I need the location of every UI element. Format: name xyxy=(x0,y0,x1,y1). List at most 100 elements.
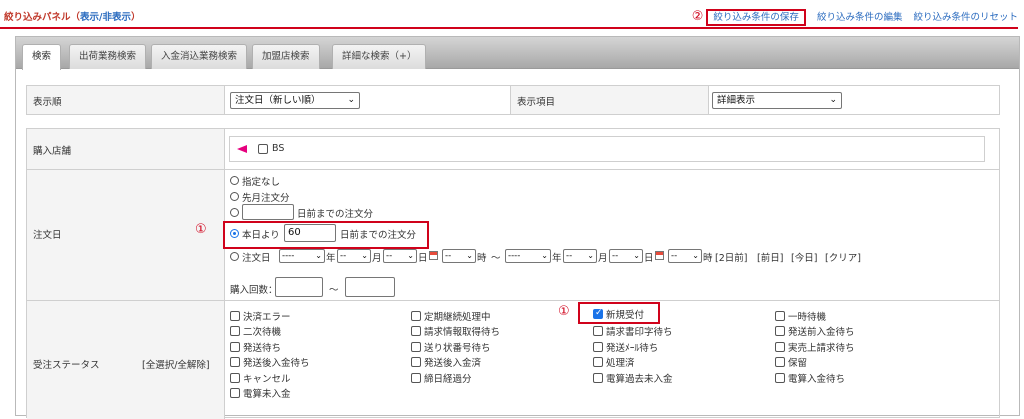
status-checkbox[interactable] xyxy=(775,357,785,367)
status-option-label: 締日経過分 xyxy=(424,374,472,385)
order-date-none-radio[interactable] xyxy=(230,176,239,185)
status-checkbox-new-order[interactable] xyxy=(593,308,603,319)
order-label: 表示順 xyxy=(33,97,62,108)
order-select[interactable]: 注文日（新しい順） ⌄ xyxy=(230,92,360,109)
panel-title: 絞り込みパネル（表示/非表示） xyxy=(4,9,141,23)
range-from-month-select[interactable]: -- ⌄ xyxy=(337,249,371,263)
edit-filter-link[interactable]: 絞り込み条件の編集 xyxy=(817,12,903,23)
order-select-value: 注文日（新しい順） xyxy=(235,95,321,106)
unit-hour: 時 xyxy=(703,253,713,264)
from-today-prefix: 本日より xyxy=(242,230,280,241)
items-select-value: 詳細表示 xyxy=(717,95,756,106)
select-value: -- xyxy=(671,251,678,261)
order-date-from-today-radio[interactable] xyxy=(230,229,239,238)
tab-advanced-search[interactable]: 詳細な検索（+） xyxy=(332,44,427,69)
status-option-label: 二次待機 xyxy=(243,327,282,338)
order-date-last-month-radio[interactable] xyxy=(230,192,239,201)
reset-filter-link[interactable]: 絞り込み条件のリセット xyxy=(913,12,1018,23)
status-checkbox[interactable] xyxy=(775,373,785,383)
tab-payment-search[interactable]: 入金消込業務検索 xyxy=(151,44,248,69)
status-checkbox[interactable] xyxy=(593,342,603,352)
status-option-label: 発送後入金済 xyxy=(424,358,482,369)
status-option-label: 決済エラー xyxy=(243,312,291,323)
chevron-down-icon: ⌄ xyxy=(466,251,473,260)
order-date-label: 注文日 xyxy=(33,230,62,241)
status-checkbox[interactable] xyxy=(593,373,603,383)
from-today-days-input[interactable]: 60 xyxy=(284,224,336,242)
status-checkbox[interactable] xyxy=(775,342,785,352)
status-checkbox[interactable] xyxy=(230,326,240,336)
shop-label: 購入店舗 xyxy=(33,146,72,157)
status-checkbox[interactable] xyxy=(775,311,785,321)
status-option-label: キャンセル xyxy=(243,374,291,385)
select-value: ---- xyxy=(282,251,295,261)
status-checkbox[interactable] xyxy=(411,311,421,321)
tab-member-store-search[interactable]: 加盟店検索 xyxy=(252,44,320,69)
status-option-label: 請求書印字待ち xyxy=(606,327,673,338)
range-from-hour-select[interactable]: -- ⌄ xyxy=(442,249,476,263)
purchase-count-max-input[interactable] xyxy=(345,277,395,297)
range-from-day-select[interactable]: -- ⌄ xyxy=(383,249,417,263)
panel-title-text: 絞り込みパネル（ xyxy=(4,12,81,23)
tab-shipping-search[interactable]: 出荷業務検索 xyxy=(69,44,147,69)
items-label: 表示項目 xyxy=(517,97,556,108)
tab-bar: 検索 出荷業務検索 入金消込業務検索 加盟店検索 詳細な検索（+） xyxy=(16,37,1019,70)
status-option-label: 定期継続処理中 xyxy=(424,312,491,323)
status-option-label: 新規受付 xyxy=(606,310,645,321)
shop-label-cell: 購入店舗 xyxy=(27,129,225,170)
order-date-days-before-radio[interactable] xyxy=(230,208,239,217)
range-to-year-select[interactable]: ---- ⌄ xyxy=(505,249,551,263)
select-value: -- xyxy=(386,251,393,261)
quick-prev-day-link[interactable]: [前日] xyxy=(757,250,783,264)
quick-clear-link[interactable]: [クリア] xyxy=(825,250,861,264)
status-checkbox[interactable] xyxy=(230,357,240,367)
tab-search[interactable]: 検索 xyxy=(22,44,62,70)
range-to-day-select[interactable]: -- ⌄ xyxy=(609,249,643,263)
status-checkbox[interactable] xyxy=(775,326,785,336)
status-option-label: 実売上請求待ち xyxy=(788,343,855,354)
days-before-input[interactable] xyxy=(242,204,294,220)
chevron-down-icon: ⌄ xyxy=(587,251,594,260)
chevron-down-icon: ⌄ xyxy=(361,251,368,260)
range-from-year-select[interactable]: ---- ⌄ xyxy=(279,249,325,263)
search-tab-panel: 検索 出荷業務検索 入金消込業務検索 加盟店検索 詳細な検索（+） 表示順 注文… xyxy=(15,36,1020,419)
save-filter-link[interactable]: 絞り込み条件の保存 xyxy=(706,9,806,26)
status-option-label: 発送待ち xyxy=(243,343,282,354)
status-checkbox[interactable] xyxy=(411,342,421,352)
calendar-icon[interactable] xyxy=(655,251,664,260)
panel-title-close: ） xyxy=(131,12,141,23)
unit-month: 月 xyxy=(372,253,382,264)
status-checkbox[interactable] xyxy=(230,388,240,398)
chevron-down-icon: ⌄ xyxy=(829,95,837,105)
range-to-month-select[interactable]: -- ⌄ xyxy=(563,249,597,263)
status-checkbox[interactable] xyxy=(411,357,421,367)
shop-bs-checkbox[interactable] xyxy=(258,144,268,154)
status-checkbox[interactable] xyxy=(411,373,421,383)
range-to-hour-select[interactable]: -- ⌄ xyxy=(668,249,702,263)
calendar-icon[interactable] xyxy=(429,251,438,260)
chevron-down-icon: ⌄ xyxy=(315,251,322,260)
status-option-label: 電算入金待ち xyxy=(788,374,846,385)
status-option-label: 請求情報取得待ち xyxy=(424,327,501,338)
status-checkbox[interactable] xyxy=(230,311,240,321)
items-select[interactable]: 詳細表示 ⌄ xyxy=(712,92,842,109)
status-option-label: 発送後入金待ち xyxy=(243,358,310,369)
status-checkbox[interactable] xyxy=(230,342,240,352)
order-date-range-radio[interactable] xyxy=(230,252,239,261)
status-checkbox[interactable] xyxy=(593,326,603,336)
status-checkbox[interactable] xyxy=(593,357,603,367)
annotation-marker-1: ① xyxy=(195,222,207,237)
panel-toggle-link[interactable]: 表示/非表示 xyxy=(80,12,131,23)
status-toggle-all-link[interactable]: [全選択/全解除] xyxy=(142,357,210,371)
status-option-label: 保留 xyxy=(788,358,808,369)
select-value: -- xyxy=(340,251,347,261)
status-checkbox[interactable] xyxy=(411,326,421,336)
purchase-count-min-input[interactable] xyxy=(275,277,323,297)
status-option-label: 発送ﾒｰﾙ待ち xyxy=(606,343,659,354)
order-date-none-label: 指定なし xyxy=(242,177,281,188)
flag-icon xyxy=(237,145,247,153)
select-value: -- xyxy=(445,251,452,261)
status-checkbox[interactable] xyxy=(230,373,240,383)
quick-today-link[interactable]: [今日] xyxy=(791,250,817,264)
quick-2days-link[interactable]: [2日前] xyxy=(715,250,747,264)
